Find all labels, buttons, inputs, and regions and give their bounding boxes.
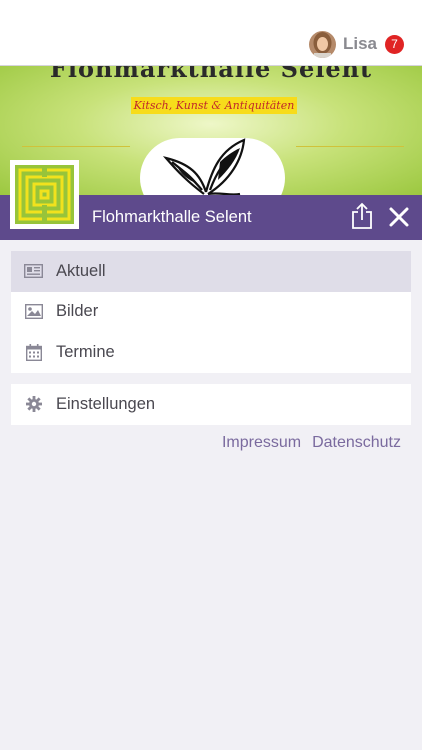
decorative-line bbox=[22, 146, 130, 147]
banner-slogan: Kitsch, Kunst & Antiquitäten bbox=[131, 97, 297, 114]
top-bar: Lisa 7 bbox=[0, 0, 422, 66]
main-menu: Aktuell Bilder Termine bbox=[11, 251, 411, 373]
menu-item-aktuell[interactable]: Aktuell bbox=[11, 251, 411, 292]
menu-item-termine[interactable]: Termine bbox=[11, 332, 411, 373]
close-icon[interactable] bbox=[388, 206, 410, 228]
menu-item-label: Einstellungen bbox=[56, 394, 156, 413]
user-profile[interactable]: Lisa 7 bbox=[308, 30, 404, 58]
decorative-line bbox=[296, 146, 404, 147]
banner-title: Flohmarkthalle Selent bbox=[49, 66, 373, 83]
butterfly-icon bbox=[162, 138, 246, 195]
menu-item-einstellungen[interactable]: Einstellungen bbox=[11, 384, 411, 425]
share-button[interactable] bbox=[350, 202, 374, 230]
newspaper-icon bbox=[24, 262, 43, 281]
datenschutz-link[interactable]: Datenschutz bbox=[312, 434, 401, 452]
gear-icon bbox=[24, 395, 43, 414]
page-logo bbox=[10, 160, 79, 229]
avatar[interactable] bbox=[308, 30, 336, 58]
footer-links: Impressum Datenschutz bbox=[222, 434, 401, 452]
notification-badge[interactable]: 7 bbox=[385, 34, 404, 54]
menu-item-label: Bilder bbox=[56, 302, 99, 321]
impressum-link[interactable]: Impressum bbox=[222, 434, 301, 452]
image-icon bbox=[24, 302, 43, 321]
menu-item-label: Termine bbox=[56, 342, 115, 361]
settings-menu: Einstellungen bbox=[11, 384, 411, 425]
share-icon[interactable] bbox=[350, 202, 374, 230]
user-name[interactable]: Lisa bbox=[343, 34, 377, 54]
menu-item-bilder[interactable]: Bilder bbox=[11, 292, 411, 333]
menu-item-label: Aktuell bbox=[56, 261, 106, 280]
page-title: Flohmarkthalle Selent bbox=[92, 208, 252, 226]
calendar-icon bbox=[24, 343, 43, 362]
close-button[interactable] bbox=[388, 206, 410, 228]
